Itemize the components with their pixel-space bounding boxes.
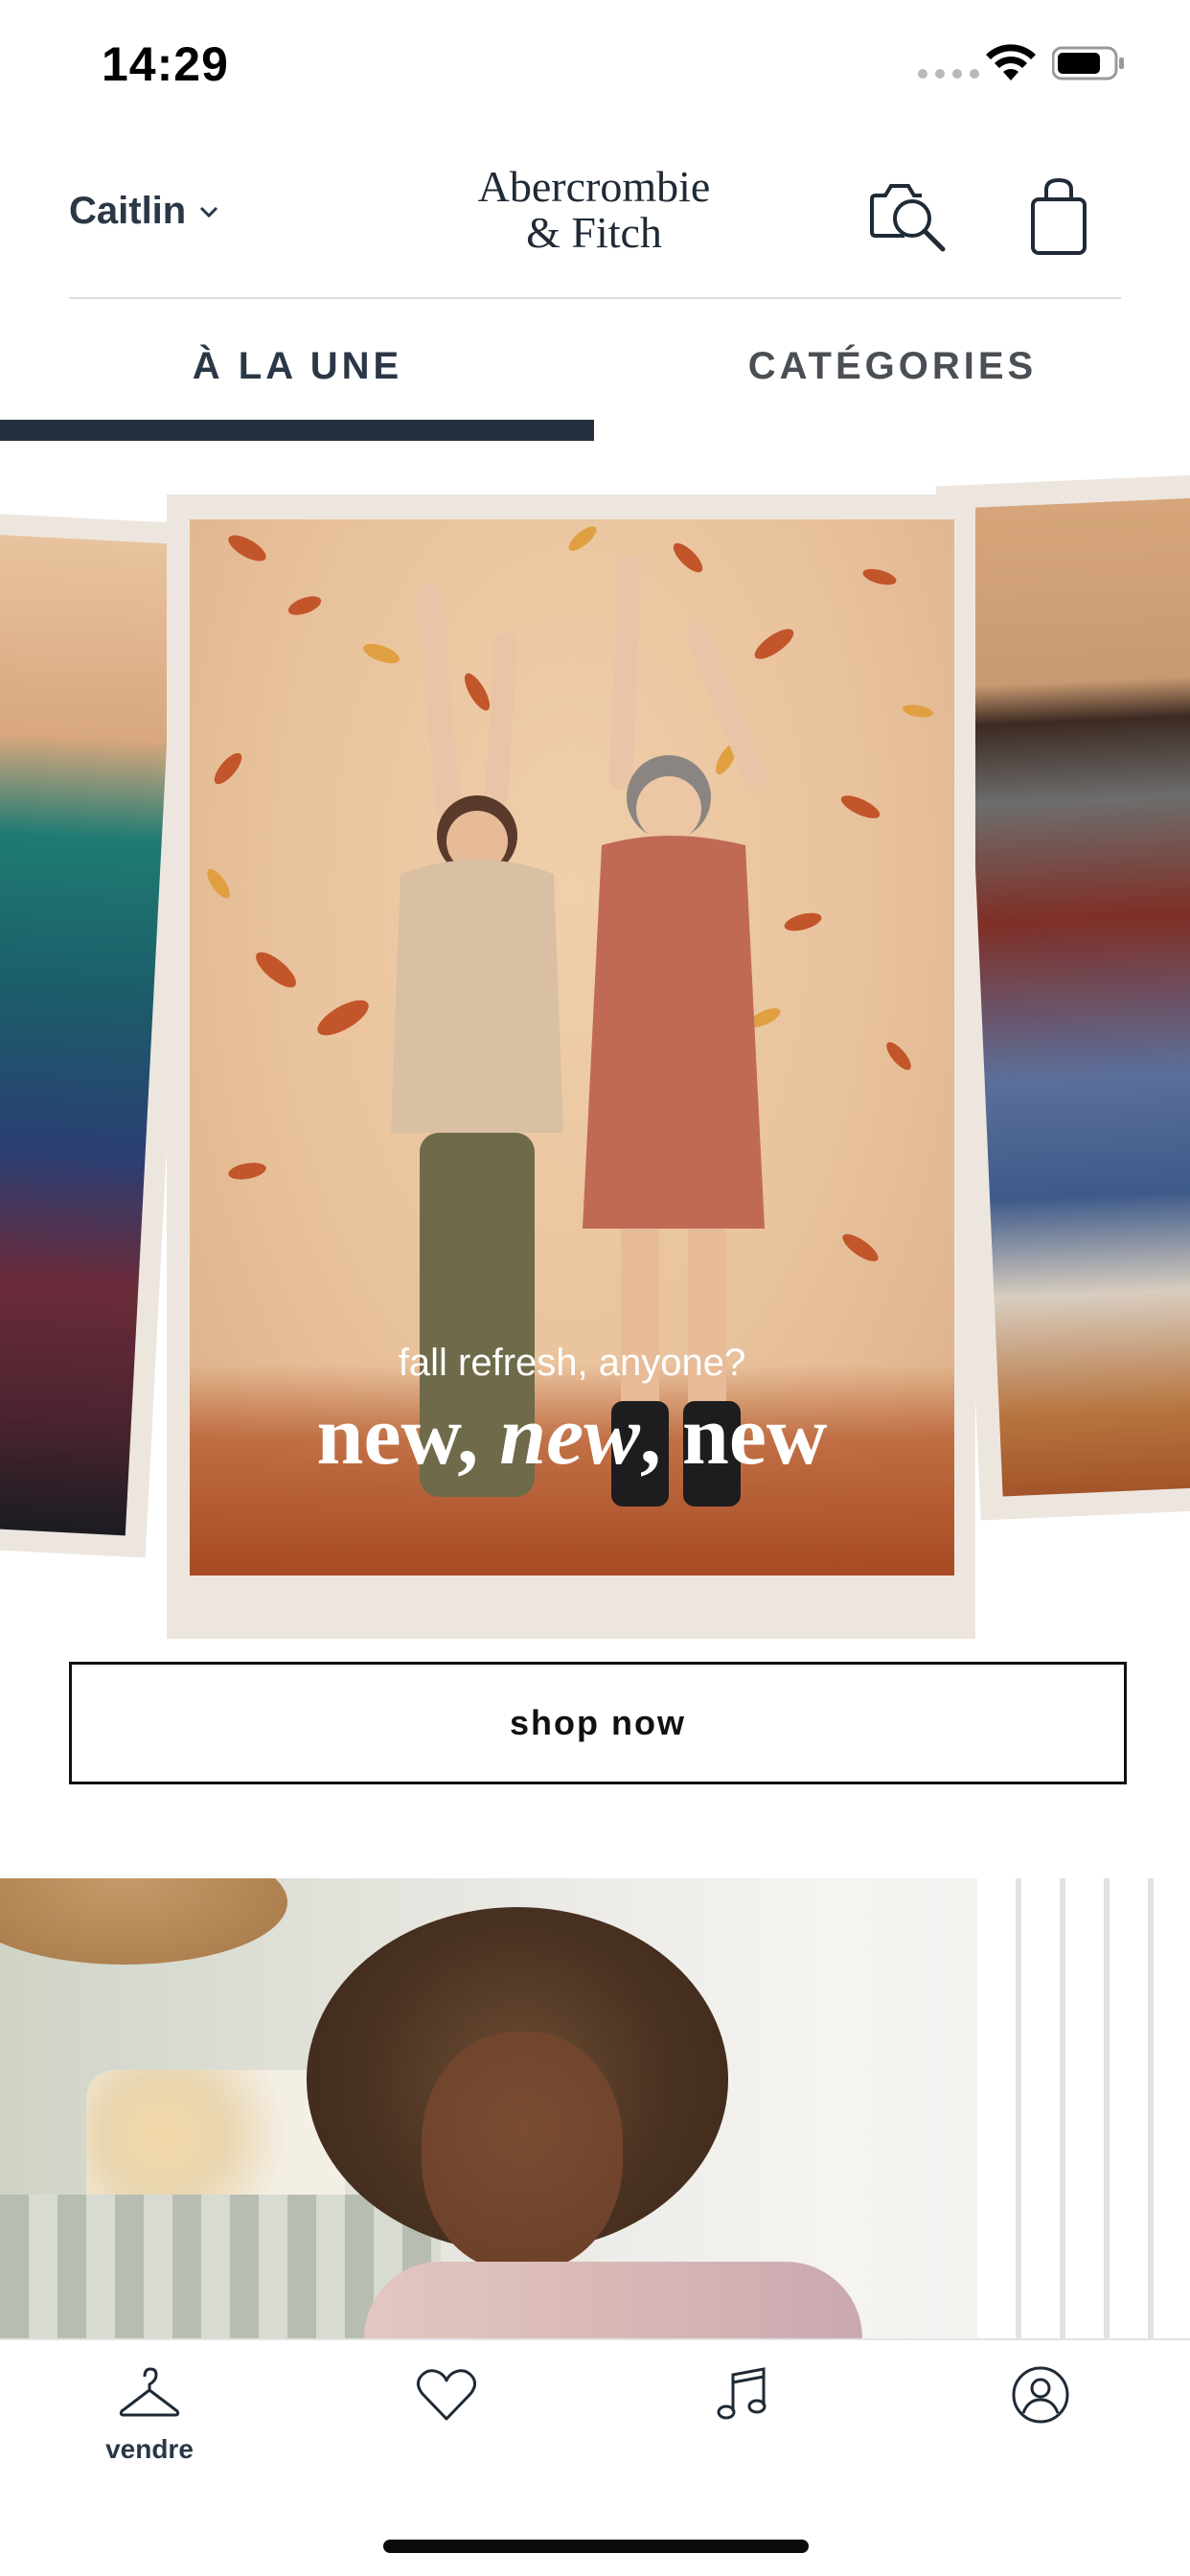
music-note-icon <box>717 2367 767 2420</box>
status-bar: 14:29 <box>0 0 1190 134</box>
carousel-image-next <box>959 496 1190 1497</box>
heart-icon <box>416 2369 477 2421</box>
hat-graphic <box>0 1878 287 1965</box>
sweater-graphic <box>364 2262 862 2338</box>
nav-favorites[interactable] <box>379 2361 514 2476</box>
visual-search-icon[interactable] <box>866 176 950 255</box>
user-switcher[interactable]: Caitlin <box>69 190 220 233</box>
nav-music[interactable] <box>675 2361 809 2476</box>
tab-categories[interactable]: CATÉGORIES <box>595 345 1190 388</box>
nav-sell-label: vendre <box>105 2434 194 2464</box>
promo-title: new, new, new <box>190 1388 954 1484</box>
shop-now-button[interactable]: shop now <box>69 1662 1127 1784</box>
active-tab-indicator <box>0 420 594 441</box>
promo-title-part-3: , new <box>639 1390 828 1483</box>
signal-icon <box>918 69 979 79</box>
home-indicator <box>383 2540 809 2553</box>
hanger-icon <box>119 2367 180 2417</box>
wifi-icon <box>986 44 1036 80</box>
shopping-bag-icon[interactable] <box>1027 176 1090 257</box>
promo-photo: fall refresh, anyone? new, new, new <box>190 519 954 1576</box>
promo-title-part-2: new <box>499 1390 640 1483</box>
carousel-image-previous <box>0 534 177 1536</box>
account-icon <box>1012 2366 1069 2424</box>
chevron-down-icon <box>200 206 218 218</box>
promo-carousel[interactable]: fall refresh, anyone? new, new, new <box>0 441 1190 1639</box>
nav-account[interactable] <box>973 2361 1108 2476</box>
user-name: Caitlin <box>69 190 187 232</box>
screen: 14:29 Caitlin Abercrombie & Fitch À LA U… <box>0 0 1190 2576</box>
brand-logo[interactable]: Abercrombie & Fitch <box>441 165 747 255</box>
promo-title-part-1: new, <box>316 1390 500 1483</box>
nav-sell[interactable]: vendre <box>82 2361 217 2476</box>
window-graphic <box>977 1878 1190 2338</box>
app-header: Caitlin Abercrombie & Fitch <box>0 134 1190 297</box>
face-graphic <box>422 2032 623 2271</box>
promo-subtitle: fall refresh, anyone? <box>398 1342 746 1384</box>
tab-featured[interactable]: À LA UNE <box>0 345 595 388</box>
battery-icon <box>1052 46 1124 80</box>
header-divider <box>69 297 1121 299</box>
status-time: 14:29 <box>102 37 229 91</box>
secondary-promo-image[interactable] <box>0 1878 1190 2338</box>
carousel-card-current[interactable]: fall refresh, anyone? new, new, new <box>167 494 975 1639</box>
tab-bar: À LA UNE CATÉGORIES <box>0 307 1190 441</box>
logo-line-2: & Fitch <box>526 208 662 257</box>
logo-line-1: Abercrombie <box>477 162 711 211</box>
